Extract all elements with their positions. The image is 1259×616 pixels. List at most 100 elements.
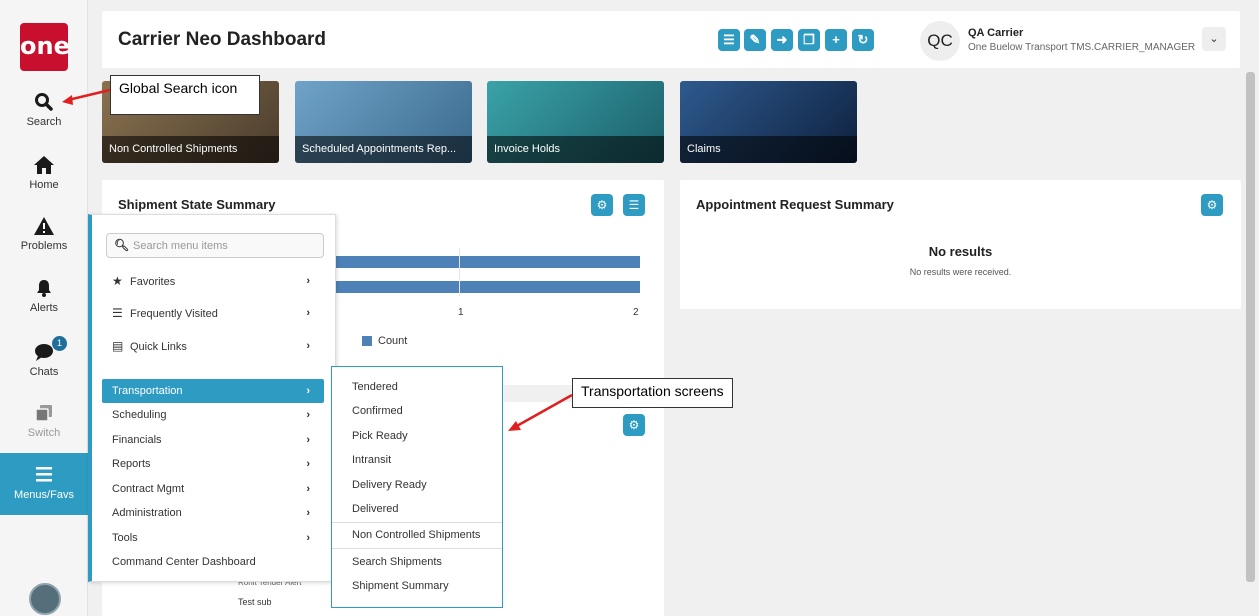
- links-icon: ▤: [112, 339, 124, 353]
- menu-item-reports[interactable]: Reports ›: [102, 452, 324, 476]
- menu-search-input[interactable]: 🔍︎ Search menu items: [106, 233, 324, 258]
- refresh-icon-button[interactable]: ↻: [852, 29, 874, 51]
- nav-home[interactable]: Home: [0, 155, 88, 215]
- user-org: One Buelow Transport TMS.CARRIER_MANAGER: [968, 42, 1196, 53]
- menu-item-label: Financials: [112, 434, 162, 446]
- search-icon: [0, 92, 88, 114]
- nav-search[interactable]: Search: [0, 92, 88, 152]
- nav-chats-label: Chats: [29, 366, 59, 378]
- menu-item-label: Favorites: [130, 276, 176, 288]
- filter-icon-button[interactable]: ⚙: [1201, 194, 1223, 216]
- chevron-right-icon: ›: [306, 507, 310, 519]
- annotation-transportation: Transportation screens: [572, 378, 733, 408]
- menu-search-placeholder: Search menu items: [133, 240, 228, 252]
- chevron-right-icon: ›: [306, 483, 310, 495]
- nav-menus-label: Menus/Favs: [14, 489, 74, 501]
- card-title: Shipment State Summary: [118, 197, 276, 212]
- menu-panel: 🔍︎ Search menu items ★ Favorites › ☰ Freque…: [88, 214, 336, 582]
- menu-item-label: Administration: [112, 507, 182, 519]
- switch-icon: [0, 403, 88, 425]
- tile-label: Invoice Holds: [487, 136, 664, 163]
- scrollbar[interactable]: [1246, 72, 1255, 582]
- user-name: QA Carrier: [968, 27, 1024, 39]
- edit-icon-button[interactable]: ✎: [744, 29, 766, 51]
- submenu-item-intransit[interactable]: Intransit: [332, 448, 502, 472]
- search-icon: 🔍︎: [114, 238, 130, 252]
- annotation-global-search: Global Search icon: [110, 75, 260, 115]
- list-item: Test sub: [238, 597, 272, 607]
- list-icon-button[interactable]: ☰: [623, 194, 645, 216]
- chart-bar: [332, 281, 640, 293]
- legend-swatch: [362, 336, 372, 346]
- one-logo[interactable]: one: [20, 23, 70, 71]
- bell-icon: [0, 278, 88, 300]
- chevron-right-icon: ›: [306, 434, 310, 446]
- chevron-right-icon: ›: [306, 340, 310, 352]
- chat-icon: 1: [0, 336, 88, 364]
- star-icon: ★: [112, 274, 123, 288]
- tick-label: 2: [633, 307, 639, 318]
- no-results-subtitle: No results were received.: [909, 267, 1012, 277]
- nav-chats[interactable]: 1 Chats: [0, 336, 88, 402]
- menu-item-label: Transportation: [112, 385, 183, 397]
- grid-line: [459, 248, 460, 296]
- chats-badge: 1: [52, 336, 67, 351]
- nav-problems-label: Problems: [20, 240, 68, 252]
- submenu-item-search-shipments[interactable]: Search Shipments: [332, 550, 502, 574]
- appointment-request-card: Appointment Request Summary ⚙ No results…: [680, 180, 1241, 309]
- submenu-item-tendered[interactable]: Tendered: [332, 375, 502, 399]
- add-icon-button[interactable]: +: [825, 29, 847, 51]
- nav-alerts[interactable]: Alerts: [0, 278, 88, 338]
- list-icon: ☰: [112, 306, 123, 320]
- chevron-right-icon: ›: [306, 307, 310, 319]
- tile-scheduled-appointments[interactable]: Scheduled Appointments Rep...: [295, 81, 472, 163]
- tile-claims[interactable]: Claims: [680, 81, 857, 163]
- divider: [332, 548, 502, 549]
- filter-icon-button[interactable]: ⚙: [591, 194, 613, 216]
- filter-icon-button[interactable]: ⚙: [623, 414, 645, 436]
- menu-frequently-visited[interactable]: ☰ Frequently Visited ›: [102, 301, 324, 325]
- menu-item-transportation[interactable]: Transportation ›: [102, 379, 324, 403]
- submenu-item-shipment-summary[interactable]: Shipment Summary: [332, 574, 502, 598]
- menu-item-administration[interactable]: Administration ›: [102, 501, 324, 525]
- submenu-item-delivered[interactable]: Delivered: [332, 497, 502, 521]
- menu-item-scheduling[interactable]: Scheduling ›: [102, 403, 324, 427]
- transportation-submenu: Tendered Confirmed Pick Ready Intransit …: [331, 366, 503, 608]
- menu-item-financials[interactable]: Financials ›: [102, 428, 324, 452]
- nav-alerts-label: Alerts: [29, 302, 59, 314]
- list-icon-button[interactable]: ☰: [718, 29, 740, 51]
- nav-menus-favs[interactable]: Menus/Favs: [0, 453, 98, 515]
- chevron-right-icon: ›: [306, 458, 310, 470]
- menu-quick-links[interactable]: ▤ Quick Links ›: [102, 334, 324, 358]
- nav-home-label: Home: [29, 179, 59, 191]
- submenu-item-non-controlled[interactable]: Non Controlled Shipments: [332, 523, 502, 547]
- card-title: Appointment Request Summary: [696, 197, 894, 212]
- warning-icon: [0, 216, 88, 238]
- submenu-item-confirmed[interactable]: Confirmed: [332, 399, 502, 423]
- tile-invoice-holds[interactable]: Invoice Holds: [487, 81, 664, 163]
- menu-favorites[interactable]: ★ Favorites ›: [102, 269, 324, 293]
- menu-item-label: Scheduling: [112, 409, 167, 421]
- copy-icon-button[interactable]: ❐: [798, 29, 820, 51]
- no-results-title: No results: [928, 244, 993, 259]
- page-title: Carrier Neo Dashboard: [118, 29, 327, 50]
- submenu-item-pick-ready[interactable]: Pick Ready: [332, 424, 502, 448]
- submenu-item-delivery-ready[interactable]: Delivery Ready: [332, 473, 502, 497]
- tick-label: 1: [458, 307, 464, 318]
- legend-label: Count: [378, 335, 408, 347]
- user-initials[interactable]: QC: [920, 21, 960, 61]
- chevron-right-icon: ›: [306, 275, 310, 287]
- menu-item-label: Frequently Visited: [130, 308, 218, 320]
- chevron-right-icon: ›: [306, 532, 310, 544]
- chevron-down-icon[interactable]: ⌄: [1202, 27, 1226, 51]
- chart-bar: [332, 256, 640, 268]
- menu-item-command-center[interactable]: Command Center Dashboard: [102, 550, 324, 574]
- menu-item-tools[interactable]: Tools ›: [102, 526, 324, 550]
- user-avatar[interactable]: [29, 583, 61, 615]
- menu-item-label: Reports: [112, 458, 151, 470]
- menu-item-label: Tools: [112, 532, 138, 544]
- tile-label: Claims: [680, 136, 857, 163]
- menu-item-contract-mgmt[interactable]: Contract Mgmt ›: [102, 477, 324, 501]
- nav-problems[interactable]: Problems: [0, 216, 88, 276]
- export-icon-button[interactable]: ➜: [771, 29, 793, 51]
